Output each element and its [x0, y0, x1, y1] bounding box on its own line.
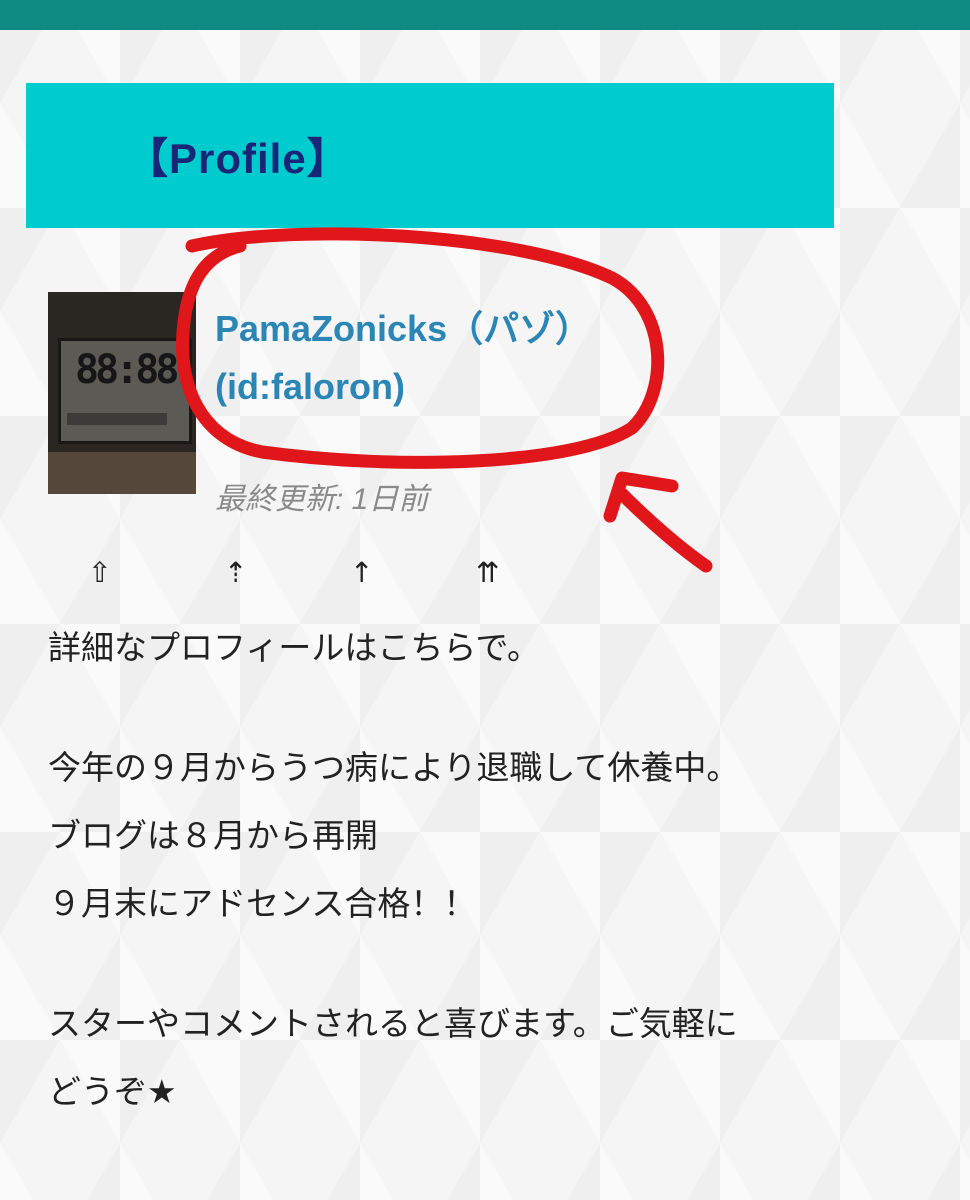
- avatar-digits: 88:88: [75, 347, 179, 393]
- arrow-glyph-4: ⇈: [476, 556, 500, 589]
- bio-line: スターやコメントされると喜びます。ご気軽に: [48, 1004, 738, 1043]
- avatar-clock-display: 88:88: [58, 338, 192, 444]
- arrow-glyph-1: ⇧: [88, 556, 112, 589]
- annotation-arrow-shaft: [615, 487, 713, 573]
- avatar-clock-base: [48, 452, 196, 494]
- avatar-clock-strip: [67, 413, 167, 425]
- bio: 詳細なプロフィールはこちらで。 今年の９月からうつ病により退職して休養中。 ブロ…: [48, 614, 928, 1126]
- bio-line: ブログは８月から再開: [48, 816, 378, 855]
- user-id: (id:faloron): [215, 366, 405, 407]
- arrow-glyph-3: ↑: [350, 556, 374, 589]
- avatar[interactable]: 88:88: [48, 292, 196, 494]
- profile-detail-link[interactable]: 詳細なプロフィールはこちらで。: [48, 614, 928, 682]
- arrow-glyphs: ⇧ ⇡ ↑ ⇈: [88, 556, 528, 596]
- last-updated: 最終更新: 1日前: [215, 483, 429, 516]
- bio-line: 今年の９月からうつ病により退職して休養中。: [48, 748, 740, 787]
- bio-line: どうぞ★: [48, 1072, 177, 1111]
- top-bar: [0, 0, 970, 30]
- profile-header-title: 【Profile】: [126, 135, 350, 182]
- bio-line: ９月末にアドセンス合格！！: [48, 884, 477, 923]
- user-name: PamaZonicks（パゾ）: [215, 308, 592, 349]
- arrow-glyph-2: ⇡: [224, 556, 248, 589]
- profile-header: 【Profile】: [26, 83, 834, 228]
- annotation-arrowhead: [603, 471, 679, 523]
- user-name-link[interactable]: PamaZonicks（パゾ） (id:faloron): [215, 300, 635, 416]
